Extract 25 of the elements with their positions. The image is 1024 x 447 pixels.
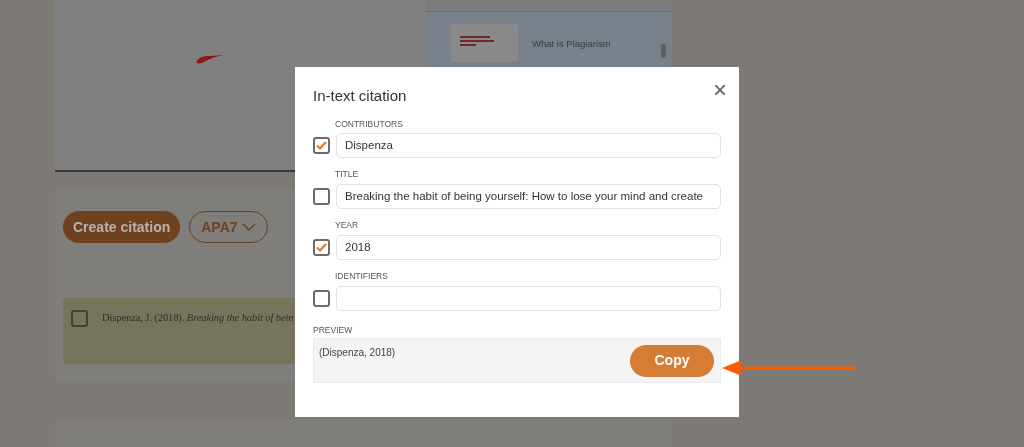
- input-field[interactable]: Breaking the habit of being yourself: How to lose your mind and create: [336, 184, 721, 209]
- field-label: CONTRIBUTORS: [335, 117, 404, 131]
- checkbox[interactable]: [313, 137, 330, 155]
- create-citation-button[interactable]: Create citation: [63, 211, 181, 243]
- copy-button[interactable]: Copy: [630, 344, 714, 377]
- checkbox[interactable]: [313, 289, 330, 307]
- field-label: YEAR: [335, 219, 360, 232]
- dialog-title: In-text citation: [313, 86, 407, 106]
- checkmark-icon: [316, 242, 327, 252]
- preview-label: PREVIEW: [313, 323, 354, 337]
- citation-text: Dispenza, J. (2018). Breaking the habit of bein: [102, 311, 294, 325]
- checkbox[interactable]: [71, 310, 88, 327]
- close-button[interactable]: ×: [713, 78, 727, 103]
- checkbox[interactable]: [313, 238, 330, 256]
- preview-text: (Dispenza, 2018): [319, 346, 396, 361]
- checkmark-icon: [316, 141, 327, 151]
- field-label: IDENTIFIERS: [335, 269, 389, 283]
- swoosh-icon: [196, 54, 224, 64]
- field-label: TITLE: [335, 168, 360, 181]
- checkbox[interactable]: [313, 188, 330, 205]
- input-field[interactable]: Dispenza: [336, 133, 721, 159]
- chevron-down-icon: [241, 223, 256, 231]
- input-field[interactable]: 2018: [336, 234, 721, 260]
- slide-title: What is Plagiarism: [532, 37, 611, 51]
- scrollbar[interactable]: [661, 44, 666, 58]
